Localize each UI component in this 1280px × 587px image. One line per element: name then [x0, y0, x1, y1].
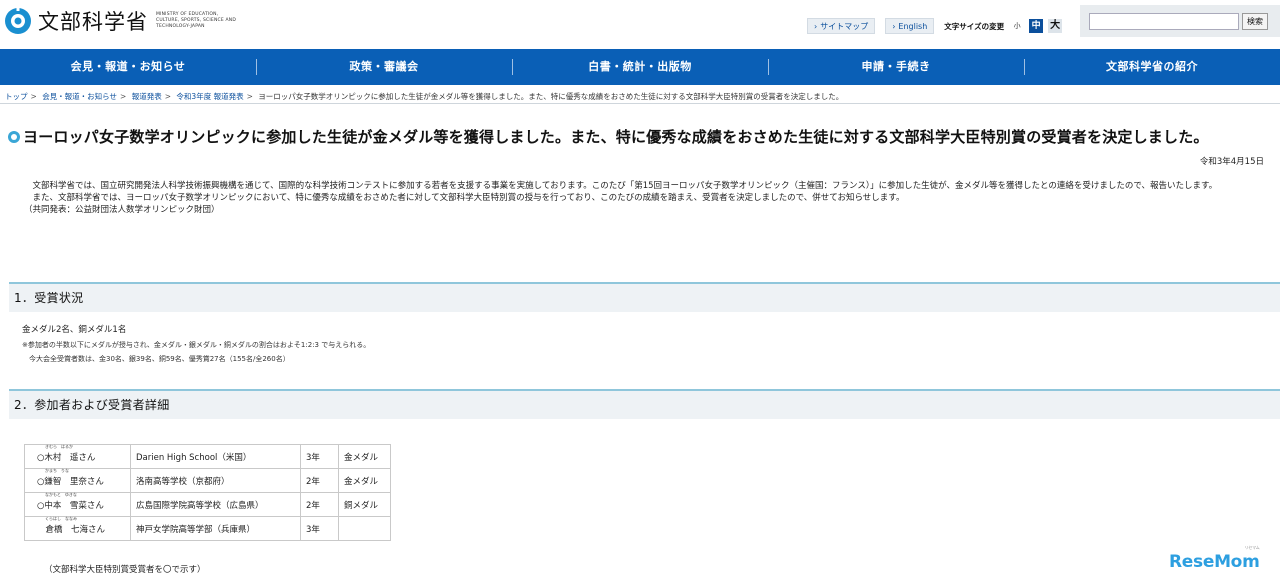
- intro-text: 文部科学省では、国立研究開発法人科学技術振興機構を通じて、国際的な科学技術コンテ…: [24, 180, 1269, 216]
- sitemap-link[interactable]: › サイトマップ: [807, 18, 876, 34]
- participant-grade: 2年: [300, 492, 339, 517]
- participant-name-ruby: なかもと ゆきな: [45, 492, 77, 497]
- watermark-text: ReseMom: [1169, 552, 1260, 572]
- breadcrumb-separator: >: [164, 92, 172, 101]
- participant-school: 広島国際学院高等学校（広島県）: [130, 492, 301, 517]
- title-bullet-icon: [8, 131, 20, 143]
- font-size-large-button[interactable]: 大: [1048, 19, 1063, 33]
- participant-name-wrap: くらはし ななみ 倉橋 七海さん: [37, 516, 106, 535]
- search-button[interactable]: 検索: [1242, 13, 1268, 30]
- intro-text-1: 文部科学省では、国立研究開発法人科学技術振興機構を通じて、国際的な科学技術コンテ…: [32, 181, 1218, 191]
- participant-name-cell: かまち りな ○鎌智 里奈さん: [24, 468, 131, 493]
- participant-medal: 金メダル: [338, 444, 391, 469]
- mext-logo-icon: [3, 3, 33, 39]
- font-size-medium-button[interactable]: 中: [1029, 19, 1044, 33]
- participant-school: Darien High School（米国）: [130, 444, 301, 469]
- breadcrumb-separator: >: [30, 92, 37, 101]
- header-links: › サイトマップ › English 文字サイズの変更 小 中 大: [807, 18, 1067, 34]
- site-header: 文部科学省 MINISTRY OF EDUCATION, CULTURE, SP…: [0, 0, 1280, 48]
- breadcrumb-separator: >: [246, 92, 253, 101]
- participant-name: ○木村 遥さん: [37, 453, 96, 463]
- participant-grade: 3年: [300, 444, 339, 469]
- table-row: きむら はるか ○木村 遥さん Darien High School（米国） 3年…: [24, 444, 391, 469]
- participant-grade: 3年: [300, 516, 339, 541]
- publish-date: 令和3年4月15日: [1199, 157, 1264, 167]
- table-row: かまち りな ○鎌智 里奈さん 洛南高等学校（京都府） 2年 金メダル: [24, 468, 391, 493]
- nav-item-about[interactable]: 文部科学省の紹介: [1024, 49, 1280, 85]
- english-link[interactable]: › English: [885, 18, 935, 34]
- breadcrumb: トップ > 会見・報道・お知らせ > 報道発表 > 令和3年度 報道発表 > ヨーロッパ…: [5, 91, 843, 102]
- participant-name-ruby: くらはし ななみ: [45, 516, 77, 521]
- participant-name-cell: なかもと ゆきな ○中本 雪菜さん: [24, 492, 131, 517]
- participant-name-ruby: きむら はるか: [45, 444, 73, 449]
- participants-table: きむら はるか ○木村 遥さん Darien High School（米国） 3年…: [24, 444, 391, 541]
- page-title: ヨーロッパ女子数学オリンピックに参加した生徒が金メダル等を獲得しました。また、特…: [8, 126, 1209, 147]
- participant-name-cell: くらはし ななみ 倉橋 七海さん: [24, 516, 131, 541]
- watermark-ruby: リセマム: [1244, 545, 1260, 550]
- nav-item-procedures[interactable]: 申請・手続き: [768, 49, 1024, 85]
- logo-text: 文部科学省: [38, 10, 148, 34]
- section-heading-awards: 1．受賞状況: [9, 282, 1280, 312]
- nav-item-policy[interactable]: 政策・審議会: [256, 49, 512, 85]
- table-row: なかもと ゆきな ○中本 雪菜さん 広島国際学院高等学校（広島県） 2年 銅メダル: [24, 492, 391, 517]
- section-heading-participants: 2．参加者および受賞者詳細: [9, 389, 1280, 419]
- english-label: English: [898, 22, 928, 31]
- table-footnote: （文部科学大臣特別賞受賞者を〇で示す）: [44, 565, 206, 575]
- breadcrumb-current: ヨーロッパ女子数学オリンピックに参加した生徒が金メダル等を獲得しました。また、特…: [258, 92, 844, 101]
- global-nav: 会見・報道・お知らせ 政策・審議会 白書・統計・出版物 申請・手続き 文部科学省…: [0, 49, 1280, 85]
- participant-name-wrap: かまち りな ○鎌智 里奈さん: [37, 468, 104, 487]
- breadcrumb-link-top[interactable]: トップ: [5, 92, 28, 101]
- participant-medal: 銅メダル: [338, 492, 391, 517]
- resemom-watermark: リセマム ReseMom: [1169, 545, 1260, 572]
- breadcrumb-link-press[interactable]: 会見・報道・お知らせ: [42, 92, 117, 101]
- font-size-small-button[interactable]: 小: [1010, 19, 1024, 33]
- breadcrumb-link-releases[interactable]: 報道発表: [132, 92, 162, 101]
- participant-name-cell: きむら はるか ○木村 遥さん: [24, 444, 131, 469]
- participant-name-ruby: かまち りな: [45, 468, 69, 473]
- nav-item-press[interactable]: 会見・報道・お知らせ: [0, 49, 256, 85]
- sitemap-label: サイトマップ: [820, 22, 869, 31]
- site-logo[interactable]: 文部科学省 MINISTRY OF EDUCATION, CULTURE, SP…: [3, 3, 242, 39]
- table-row: くらはし ななみ 倉橋 七海さん 神戸女学院高等学部（兵庫県） 3年: [24, 516, 391, 541]
- chevron-right-icon: ›: [892, 22, 896, 31]
- participant-name: 倉橋 七海さん: [37, 525, 106, 535]
- participant-name: ○中本 雪菜さん: [37, 501, 104, 511]
- logo-english-text: MINISTRY OF EDUCATION, CULTURE, SPORTS, …: [156, 12, 237, 29]
- intro-paragraph-2: また、文部科学省では、ヨーロッパ女子数学オリンピックにおいて、特に優秀な成績をお…: [24, 192, 1269, 204]
- breadcrumb-link-year[interactable]: 令和3年度 報道発表: [176, 92, 243, 101]
- page-title-text: ヨーロッパ女子数学オリンピックに参加した生徒が金メダル等を獲得しました。また、特…: [23, 128, 1209, 146]
- participant-grade: 2年: [300, 468, 339, 493]
- participant-medal: [338, 516, 391, 541]
- intro-paragraph-3: （共同発表：公益財団法人数学オリンピック財団）: [24, 205, 220, 215]
- award-summary: 金メダル2名、銅メダル1名: [22, 325, 127, 335]
- participant-school: 洛南高等学校（京都府）: [130, 468, 301, 493]
- intro-paragraph-1: 文部科学省では、国立研究開発法人科学技術振興機構を通じて、国際的な科学技術コンテ…: [24, 180, 1269, 192]
- chevron-right-icon: ›: [814, 22, 818, 31]
- participant-name-wrap: なかもと ゆきな ○中本 雪菜さん: [37, 492, 104, 511]
- search-area: 検索: [1080, 5, 1280, 37]
- font-size-label: 文字サイズの変更: [944, 21, 1005, 31]
- search-input[interactable]: [1089, 13, 1239, 30]
- breadcrumb-divider: [0, 103, 1280, 104]
- intro-text-2: また、文部科学省では、ヨーロッパ女子数学オリンピックにおいて、特に優秀な成績をお…: [32, 193, 905, 203]
- award-total: 今大会全受賞者数は、金30名、銀39名、銅59名、優秀賞27名（155名/全26…: [29, 355, 290, 363]
- participant-name-wrap: きむら はるか ○木村 遥さん: [37, 444, 96, 463]
- participant-school: 神戸女学院高等学部（兵庫県）: [130, 516, 301, 541]
- breadcrumb-separator: >: [120, 92, 127, 101]
- participant-medal: 金メダル: [338, 468, 391, 493]
- award-note: ※参加者の半数以下にメダルが授与され、金メダル・銀メダル・銅メダルの割合はおよそ…: [22, 341, 371, 349]
- nav-item-publications[interactable]: 白書・統計・出版物: [512, 49, 768, 85]
- participant-name: ○鎌智 里奈さん: [37, 477, 104, 487]
